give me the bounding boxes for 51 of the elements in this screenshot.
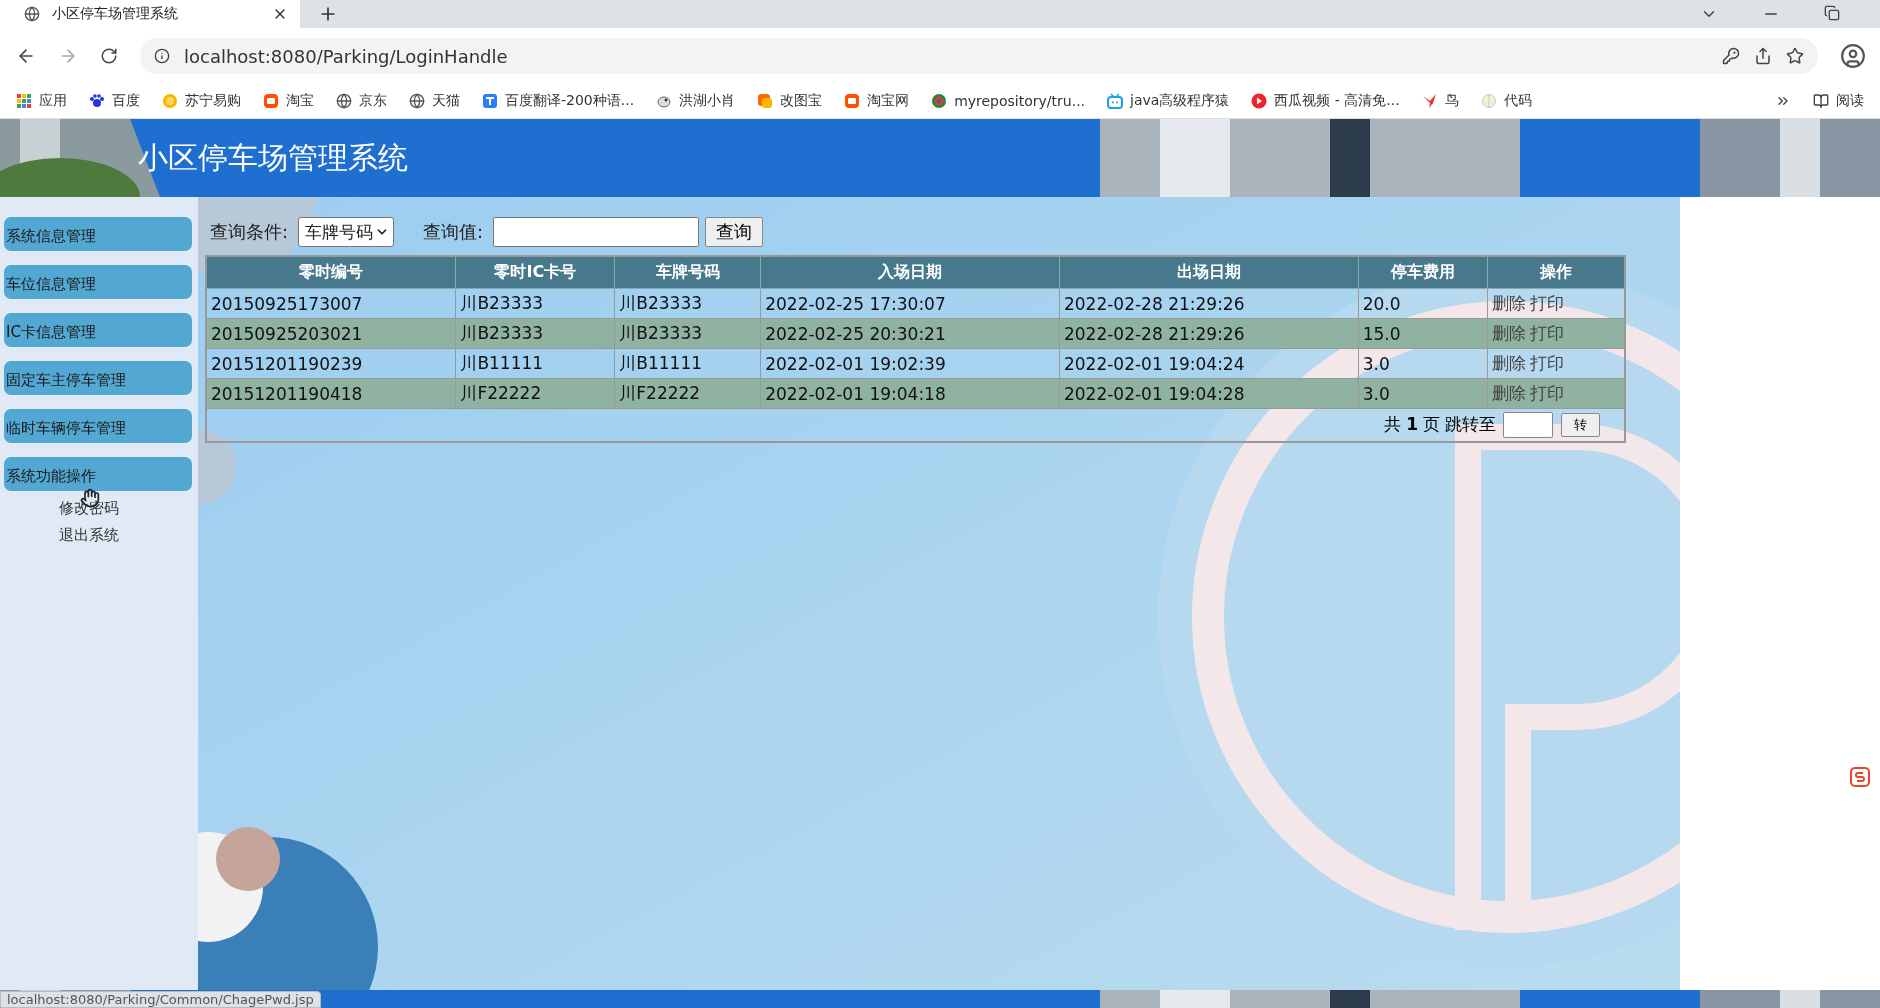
bookmark-icon [16,93,32,109]
bookmark-link[interactable]: 京东 [359,92,387,110]
bookmark-link[interactable]: 淘宝网 [867,92,910,110]
bookmark-link[interactable]: 洪湖小肖 [679,92,736,110]
bookmark-link[interactable]: 百度 [112,92,140,110]
sidebar-menu-button[interactable]: 临时车辆停车管理 [4,409,192,443]
bookmark-link[interactable]: 百度翻译-200种语... [505,92,635,110]
bookmark-icon [931,93,948,109]
sidebar-menu-button[interactable]: 系统信息管理 [4,217,192,251]
globe-icon [409,93,425,109]
address-bar[interactable]: localhost:8080/Parking/LoginHandle [140,38,1818,74]
bookmark-link[interactable]: java高级程序猿 [1130,92,1230,110]
bookmark-link[interactable]: 代码 [1503,92,1532,110]
sogou-icon[interactable] [1850,767,1870,787]
bookmark-link[interactable]: myrepository/tru... [954,93,1086,109]
bookmark-icon [1251,93,1268,109]
bookmark-icon [1107,93,1124,109]
sidebar-sub-link[interactable]: 退出系统 [59,526,119,545]
key-icon[interactable] [1722,47,1740,65]
restore-icon[interactable] [1824,5,1840,21]
bookmark-icon [757,93,774,109]
reload-icon[interactable] [100,47,118,65]
reading-list-icon[interactable] [1813,93,1829,109]
bookmark-link[interactable]: 苏宁易购 [185,92,241,110]
bookmark-link[interactable]: 淘宝 [286,92,314,110]
bookmark-link[interactable]: 天猫 [432,92,460,110]
bookmark-icon [89,93,105,109]
bookmark-icon [482,93,498,109]
sidebar-sub-link[interactable]: 修改密码 [59,499,119,518]
sidebar-menu-button[interactable]: 系统功能操作 [4,457,192,491]
bookmark-icon [656,93,673,109]
bookmark-link[interactable]: 改图宝 [780,92,823,110]
bookmark-link[interactable]: 应用 [39,92,67,110]
sidebar-menu-button[interactable]: 固定车主停车管理 [4,361,192,395]
status-bar: localhost:8080/Parking/Common/ChagePwd.jsp [0,991,321,1008]
bookmark-link[interactable]: 西瓜视频 - 高清免... [1274,92,1400,110]
info-icon[interactable] [154,48,170,64]
sidebar-menu-button[interactable]: IC卡信息管理 [4,313,192,347]
bookmark-icon [1480,93,1497,109]
share-icon[interactable] [1754,47,1772,65]
globe-icon [336,93,352,109]
reading-list-link[interactable]: 阅读 [1836,92,1864,110]
bookmark-icon [263,93,279,109]
star-icon[interactable] [1786,47,1804,65]
bookmark-icon [162,93,178,109]
sidebar-menu-button[interactable]: 车位信息管理 [4,265,192,299]
bookmark-link[interactable]: 鸟 [1444,92,1459,110]
browser-tab[interactable]: 小区停车场管理系统 [0,0,300,28]
profile-icon[interactable] [1840,43,1866,69]
globe-icon [24,6,40,22]
bookmark-icon [844,93,861,109]
